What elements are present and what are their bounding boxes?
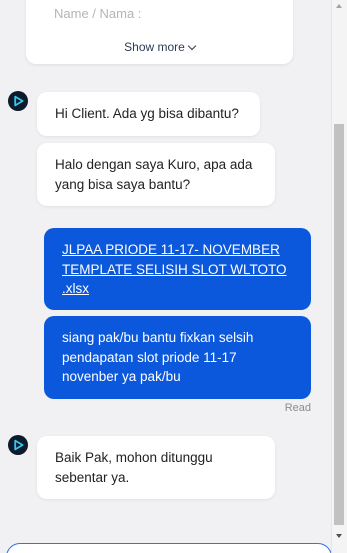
prechat-form-card: Name / Nama : Show more [26,0,293,64]
chevron-down-icon [187,41,197,51]
show-more-label: Show more [124,40,185,54]
bot-message-bubble: Hi Client. Ada yg bisa dibantu? [37,92,260,136]
scroll-up-arrow-icon[interactable] [336,4,342,8]
name-field-label: Name / Nama : [54,6,142,21]
message-text: Baik Pak, mohon ditunggu sebentar ya. [55,450,213,485]
message-text: siang pak/bu bantu fixkan selsih pendapa… [62,330,254,384]
bot-avatar-icon [8,435,28,455]
scrollbar-thumb[interactable] [334,124,344,525]
user-file-message-bubble: JLPAA PRIODE 11-17- NOVEMBER TEMPLATE SE… [44,228,311,310]
bot-avatar-icon [8,91,28,111]
chat-window: Name / Nama : Show more Hi Client. Ada y… [0,0,347,553]
file-attachment-link[interactable]: JLPAA PRIODE 11-17- NOVEMBER TEMPLATE SE… [62,242,287,296]
message-input[interactable] [6,543,332,553]
user-message-bubble: siang pak/bu bantu fixkan selsih pendapa… [44,316,311,399]
bot-message-bubble: Halo dengan saya Kuro, apa ada yang bisa… [37,143,275,206]
message-text: Hi Client. Ada yg bisa dibantu? [55,106,239,121]
message-text: Halo dengan saya Kuro, apa ada yang bisa… [55,157,253,192]
vertical-scrollbar[interactable] [331,0,347,553]
read-receipt: Read [284,402,311,414]
show-more-button[interactable]: Show more [26,40,293,54]
bot-message-bubble: Baik Pak, mohon ditunggu sebentar ya. [37,436,275,499]
chat-transcript: Name / Nama : Show more Hi Client. Ada y… [0,0,332,553]
scroll-down-arrow-icon[interactable] [336,534,342,538]
